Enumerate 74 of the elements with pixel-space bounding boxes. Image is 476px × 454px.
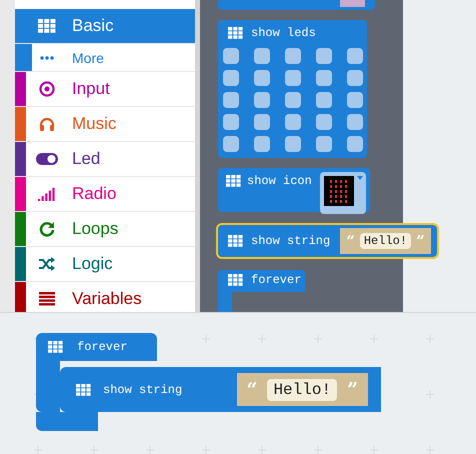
open-quote: “ [346, 232, 355, 250]
led-toggle[interactable] [254, 136, 270, 152]
block-label: show string [251, 234, 330, 248]
show-leds-block[interactable]: show leds [218, 20, 367, 158]
text-slot[interactable]: “ Hello! ” [236, 373, 368, 406]
led-toggle[interactable] [285, 70, 301, 86]
dots-icon [40, 56, 54, 60]
block-header[interactable]: forever [36, 333, 157, 361]
led-toggle[interactable] [254, 48, 270, 64]
grid-icon [228, 27, 243, 39]
category-item[interactable]: Logic [15, 247, 195, 282]
forever-block[interactable]: forever show string “ Hello! ” [36, 333, 381, 431]
text-slot[interactable]: “ Hello! ” [340, 228, 431, 254]
led-toggle[interactable] [347, 92, 363, 108]
list-icon [39, 292, 55, 306]
open-quote: “ [246, 378, 258, 400]
loop-icon [39, 221, 55, 237]
subcategory-item[interactable]: More [15, 44, 195, 72]
toggle-icon [36, 153, 58, 165]
signal-icon [38, 187, 56, 201]
close-quote: ” [416, 232, 425, 250]
led-toggle[interactable] [285, 136, 301, 152]
show-string-block[interactable]: show string “ Hello! ” [60, 367, 381, 412]
led-toggle[interactable] [223, 70, 239, 86]
led-toggle[interactable] [347, 70, 363, 86]
led-toggle[interactable] [316, 114, 332, 130]
target-icon [39, 81, 55, 97]
shuffle-icon [38, 257, 56, 271]
led-toggle[interactable] [285, 48, 301, 64]
text-value[interactable]: Hello! [267, 378, 338, 400]
show-string-block[interactable]: show string “ Hello! ” [218, 225, 437, 257]
led-toggle[interactable] [223, 48, 239, 64]
led-toggle[interactable] [316, 70, 332, 86]
block-label: show icon [247, 174, 312, 188]
grid-icon [228, 235, 243, 247]
led-toggle[interactable] [223, 114, 239, 130]
block-label: show string [103, 382, 182, 396]
block-label: forever [251, 273, 302, 287]
block-label: show leds [251, 26, 316, 40]
led-toggle[interactable] [347, 114, 363, 130]
led-toggle[interactable] [223, 136, 239, 152]
led-toggle[interactable] [316, 92, 332, 108]
block-label: forever [77, 340, 128, 354]
category-item[interactable]: Input [15, 72, 195, 107]
category-item[interactable]: Led [15, 142, 195, 177]
grid-icon [76, 384, 91, 396]
led-toggle[interactable] [316, 136, 332, 152]
category-item[interactable]: Loops [15, 212, 195, 247]
led-toggle[interactable] [347, 48, 363, 64]
block-foot [36, 412, 98, 431]
show-icon-block[interactable]: show icon [218, 168, 370, 212]
icon-picker[interactable] [320, 172, 366, 214]
led-toggle[interactable] [285, 114, 301, 130]
block-header[interactable]: forever [218, 270, 305, 292]
led-toggle[interactable] [223, 92, 239, 108]
category-item[interactable]: Music [15, 107, 195, 142]
led-toggle[interactable] [254, 92, 270, 108]
category-item[interactable]: Basic [15, 9, 195, 44]
led-toggle[interactable] [316, 48, 332, 64]
text-value[interactable]: Hello! [360, 233, 412, 249]
grid-icon [48, 341, 63, 353]
headphones-icon [39, 116, 55, 132]
grid-icon [226, 175, 241, 187]
close-quote: ” [347, 378, 358, 400]
forever-block[interactable]: forever [218, 270, 403, 312]
led-toggle[interactable] [347, 136, 363, 152]
grid-icon [38, 19, 56, 33]
led-toggle[interactable] [285, 92, 301, 108]
code-block[interactable] [218, 0, 375, 10]
led-toggle[interactable] [254, 70, 270, 86]
grid-icon [228, 274, 243, 286]
led-toggle[interactable] [254, 114, 270, 130]
led-matrix-icon [324, 176, 354, 206]
category-item[interactable]: Radio [15, 177, 195, 212]
